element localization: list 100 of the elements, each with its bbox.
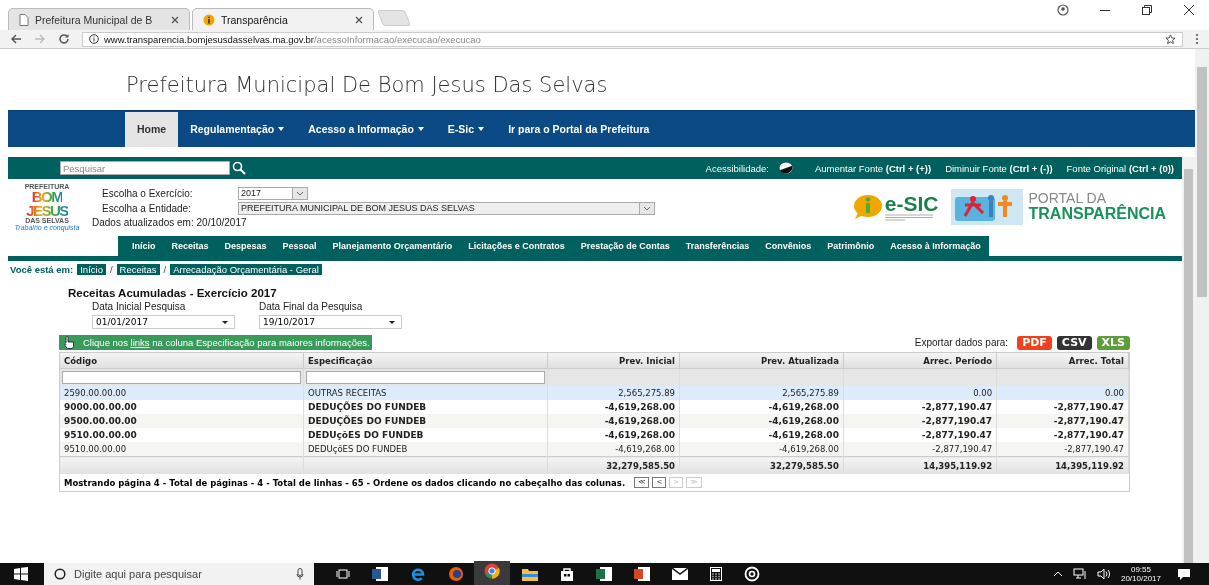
menu-item[interactable]: Licitações e Contratos bbox=[460, 241, 573, 251]
document-app-icon[interactable] bbox=[372, 567, 388, 581]
column-header[interactable]: Especificação bbox=[303, 353, 548, 369]
table-cell: -4,619,268.00 bbox=[679, 400, 844, 414]
network-icon[interactable] bbox=[1072, 568, 1087, 580]
breadcrumb-link[interactable]: Arrecadação Orçamentária - Geral bbox=[170, 264, 322, 275]
table-row[interactable]: 9500.00.00.00 DEDUÇÕES DO FUNDEB -4,619,268.00 -4,619,268.00 -2,877,190.47 -2,877,190.47 bbox=[60, 414, 1129, 428]
close-icon[interactable] bbox=[171, 15, 179, 24]
report-title: Receitas Acumuladas - Exercício 2017 bbox=[67, 287, 278, 299]
table-row[interactable]: 9000.00.00.00 DEDUÇÕES DO FUNDEB -4,619,268.00 -4,619,268.00 -2,877,190.47 -2,877,190.47 bbox=[60, 400, 1129, 414]
account-icon[interactable] bbox=[1057, 4, 1069, 16]
font-size-link[interactable]: Fonte Original (Ctrl + (0)) bbox=[1066, 162, 1174, 174]
menu-item[interactable]: Despesas bbox=[216, 241, 275, 251]
table-cell: DEDUçõES DO FUNDEB bbox=[303, 428, 548, 442]
total-cell: 32,279,585.50 bbox=[547, 456, 680, 474]
menu-item[interactable]: Convênios bbox=[757, 241, 820, 251]
windows-logo-icon[interactable] bbox=[14, 567, 28, 581]
folder-icon[interactable] bbox=[522, 567, 538, 581]
hand-pointer-icon bbox=[63, 336, 75, 349]
info-icon bbox=[203, 13, 215, 26]
menu-item[interactable]: Início bbox=[124, 241, 164, 251]
table-cell: 9500.00.00.00 bbox=[60, 414, 304, 428]
tab-title: Transparência bbox=[221, 13, 289, 26]
clock-date[interactable]: 20/10/2017 bbox=[1120, 574, 1161, 584]
table-cell: -2,877,190.47 bbox=[843, 442, 997, 457]
breadcrumb-link[interactable]: Receitas bbox=[116, 264, 160, 275]
mail-icon[interactable] bbox=[672, 568, 688, 580]
menu-item[interactable]: Acesso à Informação bbox=[882, 241, 989, 251]
chevron-up-icon[interactable] bbox=[1052, 570, 1063, 578]
column-header[interactable]: Prev. Atualizada bbox=[679, 353, 844, 369]
date-select[interactable]: 01/01/2017 bbox=[92, 315, 235, 329]
date-select[interactable]: 19/10/2017 bbox=[259, 315, 402, 329]
menu-item[interactable]: Receitas bbox=[163, 241, 217, 251]
search-field[interactable]: Pesquisar bbox=[60, 161, 230, 175]
nav-link[interactable]: Home bbox=[125, 111, 179, 147]
column-header[interactable]: Código bbox=[60, 353, 304, 369]
column-header[interactable]: Arrec. Período bbox=[843, 353, 997, 369]
browser-e-icon[interactable] bbox=[410, 566, 426, 582]
date-label: Data Final da Pesquisa bbox=[259, 301, 364, 312]
star-icon[interactable] bbox=[1165, 33, 1176, 45]
menu-item[interactable]: Pessoal bbox=[274, 241, 325, 251]
export-button[interactable]: PDF bbox=[1017, 335, 1052, 350]
search-field[interactable]: Digite aqui para pesquisar bbox=[44, 563, 314, 585]
close-icon[interactable] bbox=[1183, 4, 1195, 16]
presentation-app-icon[interactable] bbox=[634, 567, 650, 581]
nav-link[interactable]: Ir para o Portal da Prefeitura bbox=[496, 111, 662, 147]
table-row[interactable]: 9510.00.00.00 DEDUçõES DO FUNDEB -4,619,268.00 -4,619,268.00 -2,877,190.47 -2,877,190.47 bbox=[60, 428, 1129, 442]
spreadsheet-app-icon[interactable] bbox=[596, 567, 612, 581]
breadcrumb-link[interactable]: Início bbox=[77, 264, 106, 275]
entity-select[interactable]: PREFEITURA MUNICIPAL DE BOM JESUS DAS SELVAS bbox=[238, 201, 655, 215]
back-arrow-icon[interactable] bbox=[10, 33, 22, 45]
task-view-icon[interactable] bbox=[336, 568, 350, 580]
menu-item[interactable]: Transferências bbox=[677, 241, 758, 251]
nav-link[interactable]: E-Sic bbox=[435, 111, 497, 147]
microphone-icon bbox=[296, 568, 304, 580]
camera-ring-icon[interactable] bbox=[744, 566, 760, 582]
breadcrumb-separator: / bbox=[109, 264, 113, 275]
browser-tab[interactable]: Transparência bbox=[192, 8, 374, 30]
scrollbar[interactable] bbox=[1182, 157, 1195, 563]
nav-link[interactable]: Regulamentação bbox=[178, 111, 297, 147]
notification-icon[interactable] bbox=[1177, 567, 1191, 581]
menu-item[interactable]: Prestação de Contas bbox=[572, 241, 678, 251]
address-field[interactable]: www.transparencia.bomjesusdasselvas.ma.gov.br/acessoInformacao/execucao/execucao bbox=[82, 31, 1183, 47]
table-cell: -2,877,190.47 bbox=[996, 414, 1129, 428]
clock-time[interactable]: 09:55 bbox=[1130, 564, 1151, 574]
chevron-icon bbox=[639, 202, 654, 214]
menu-icon[interactable] bbox=[1195, 33, 1199, 45]
links-link[interactable]: links bbox=[130, 337, 150, 348]
contrast-icon[interactable] bbox=[778, 162, 793, 174]
calculator-icon[interactable] bbox=[710, 567, 722, 581]
export-button[interactable]: CSV bbox=[1056, 335, 1092, 350]
nav-link[interactable]: Acesso a Informação bbox=[296, 111, 436, 147]
tagline-lines-drawing bbox=[884, 214, 933, 221]
transparency-portal-logo[interactable]: PORTAL DA TRANSPARÊNCIA bbox=[950, 189, 1166, 225]
breadcrumb-separator: / bbox=[163, 264, 167, 275]
selected-row[interactable]: 2590.00.00.00 OUTRAS RECEITAS 2,565,275.89 2,565,275.89 0.00 0.00 bbox=[60, 386, 1129, 400]
reload-icon[interactable] bbox=[58, 33, 70, 45]
menu-item[interactable]: Patrimônio bbox=[819, 241, 883, 251]
table-row[interactable]: 9510.00.00.00 DEDUçõES DO FUNDEB -4,619,268.00 -4,619,268.00 -2,877,190.47 -2,877,190.47 bbox=[60, 442, 1129, 457]
entity-label: Escolha a Entidade: bbox=[102, 202, 192, 214]
esic-logo[interactable]: e-SIC bbox=[852, 193, 939, 221]
browser-tab[interactable]: Prefeitura Municipal de B bbox=[8, 8, 190, 30]
table-cell: 9000.00.00.00 bbox=[60, 400, 304, 414]
speaker-icon[interactable] bbox=[1096, 568, 1111, 580]
shopping-bag-icon[interactable] bbox=[560, 567, 574, 581]
close-icon[interactable] bbox=[355, 15, 363, 24]
table-cell: 0.00 bbox=[996, 386, 1129, 400]
font-size-link[interactable]: Aumentar Fonte (Ctrl + (+)) bbox=[814, 162, 932, 174]
menu-item[interactable]: Planejamento Orçamentário bbox=[324, 241, 461, 251]
font-size-link[interactable]: Diminuir Fonte (Ctrl + (-)) bbox=[945, 162, 1053, 174]
column-header[interactable]: Arrec. Total bbox=[996, 353, 1129, 369]
scrollbar[interactable] bbox=[1195, 49, 1209, 563]
pagination-info: Mostrando página 4 - Total de páginas - 4 - Total de linhas - 65 - Ordene os dados clicando no cabeçalho das colunas. bbox=[64, 477, 626, 488]
column-header[interactable]: Prev. Inicial bbox=[547, 353, 680, 369]
caret-icon bbox=[478, 127, 485, 131]
restore-icon[interactable] bbox=[1141, 4, 1153, 16]
table-cell: 2590.00.00.00 bbox=[60, 386, 304, 400]
year-select[interactable]: 2017 bbox=[238, 186, 308, 200]
table-cell: -2,877,190.47 bbox=[996, 442, 1129, 457]
search-icon[interactable] bbox=[232, 161, 246, 175]
